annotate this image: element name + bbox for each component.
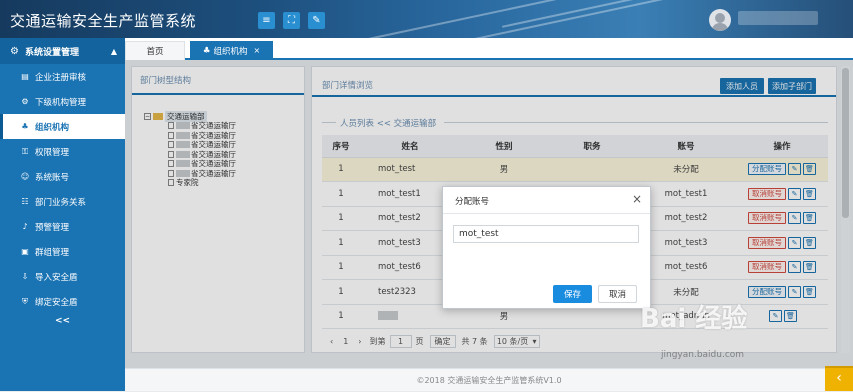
user-name-redacted	[738, 11, 818, 25]
caret-up-icon: ▲	[110, 46, 117, 56]
footer: ©2018 交通运输安全生产监管系统V1.0	[125, 368, 853, 391]
sidebar-item-label: 绑定安全盾	[35, 297, 78, 308]
sidebar-item-alerts[interactable]: ♪ 预警管理	[0, 214, 125, 239]
sidebar-item-bind-shield[interactable]: ⛨ 绑定安全盾	[0, 289, 125, 314]
sidebar-item-org[interactable]: ♣ 组织机构	[0, 114, 125, 139]
sidebar-item-import-shield[interactable]: ⇩ 导入安全盾	[0, 264, 125, 289]
fullscreen-icon[interactable]: ⛶	[283, 12, 300, 29]
tab-org[interactable]: ♣ 组织机构 ×	[190, 41, 273, 60]
sidebar-item-sub-org[interactable]: ⚙ 下级机构管理	[0, 89, 125, 114]
sidebar-collapse-button[interactable]: <<	[0, 316, 125, 326]
import-icon: ⇩	[21, 272, 29, 281]
sidebar-section-label: 系统设置管理	[24, 47, 79, 58]
sidebar-item-permissions[interactable]: ⚿ 权限管理	[0, 139, 125, 164]
back-arrow-icon[interactable]: ‹	[825, 366, 853, 391]
app-title: 交通运输安全生产监管系统	[10, 12, 197, 30]
sidebar-item-label: 导入安全盾	[35, 272, 78, 283]
sidebar-item-label: 系统账号	[35, 172, 70, 183]
org-icon: ♣	[21, 122, 29, 131]
sidebar-item-label: 预警管理	[35, 222, 70, 233]
sidebar-item-label: 权限管理	[35, 147, 70, 158]
divider	[443, 213, 650, 214]
save-button[interactable]: 保存	[553, 285, 592, 303]
tab-bar: 首页 ♣ 组织机构 ×	[125, 38, 853, 60]
edit-icon[interactable]: ✎	[308, 12, 325, 29]
sidebar-item-dept-relations[interactable]: ☷ 部门业务关系	[0, 189, 125, 214]
dialog-title: 分配账号	[455, 197, 490, 207]
watermark-url: jingyan.baidu.com	[661, 350, 745, 360]
sidebar-item-label: 群组管理	[35, 247, 70, 258]
sidebar-item-label: 组织机构	[35, 122, 70, 133]
avatar[interactable]	[709, 9, 731, 31]
gear-icon: ⚙	[10, 45, 19, 57]
sidebar-item-label: 企业注册审核	[35, 72, 87, 83]
close-icon[interactable]: ×	[253, 46, 260, 55]
sidebar-item-label: 部门业务关系	[35, 197, 87, 208]
list-icon: ▤	[21, 72, 29, 81]
watermark-logo: Bai 经验	[640, 304, 748, 334]
users-icon: ☷	[21, 197, 29, 206]
key-icon: ⚿	[21, 146, 29, 156]
sidebar-item-company-review[interactable]: ▤ 企业注册审核	[0, 64, 125, 89]
sidebar-item-label: 下级机构管理	[35, 97, 87, 108]
cancel-button[interactable]: 取消	[598, 285, 637, 303]
sidebar: ⚙ 系统设置管理 ▲ ▤ 企业注册审核 ⚙ 下级机构管理 ♣ 组织机构 ⚿ 权限管理 ☺…	[0, 38, 125, 391]
sidebar-section-header[interactable]: ⚙ 系统设置管理 ▲	[0, 38, 125, 64]
tab-label: 组织机构	[213, 46, 248, 57]
bell-icon: ♪	[22, 222, 28, 231]
gear-icon: ⚙	[21, 97, 29, 106]
close-icon[interactable]: ×	[632, 192, 642, 206]
top-header: 交通运输安全生产监管系统 ≡ ⛶ ✎	[0, 0, 853, 38]
assign-account-dialog: 分配账号 × 保存 取消	[442, 186, 651, 309]
user-icon: ☺	[20, 172, 30, 181]
account-input[interactable]	[453, 225, 639, 243]
shield-icon: ⛨	[22, 296, 28, 306]
org-icon: ♣	[202, 45, 211, 56]
group-icon: ▣	[21, 247, 29, 256]
sidebar-item-accounts[interactable]: ☺ 系统账号	[0, 164, 125, 189]
sidebar-item-groups[interactable]: ▣ 群组管理	[0, 239, 125, 264]
menu-icon[interactable]: ≡	[258, 12, 275, 29]
tab-home[interactable]: 首页	[125, 41, 185, 60]
